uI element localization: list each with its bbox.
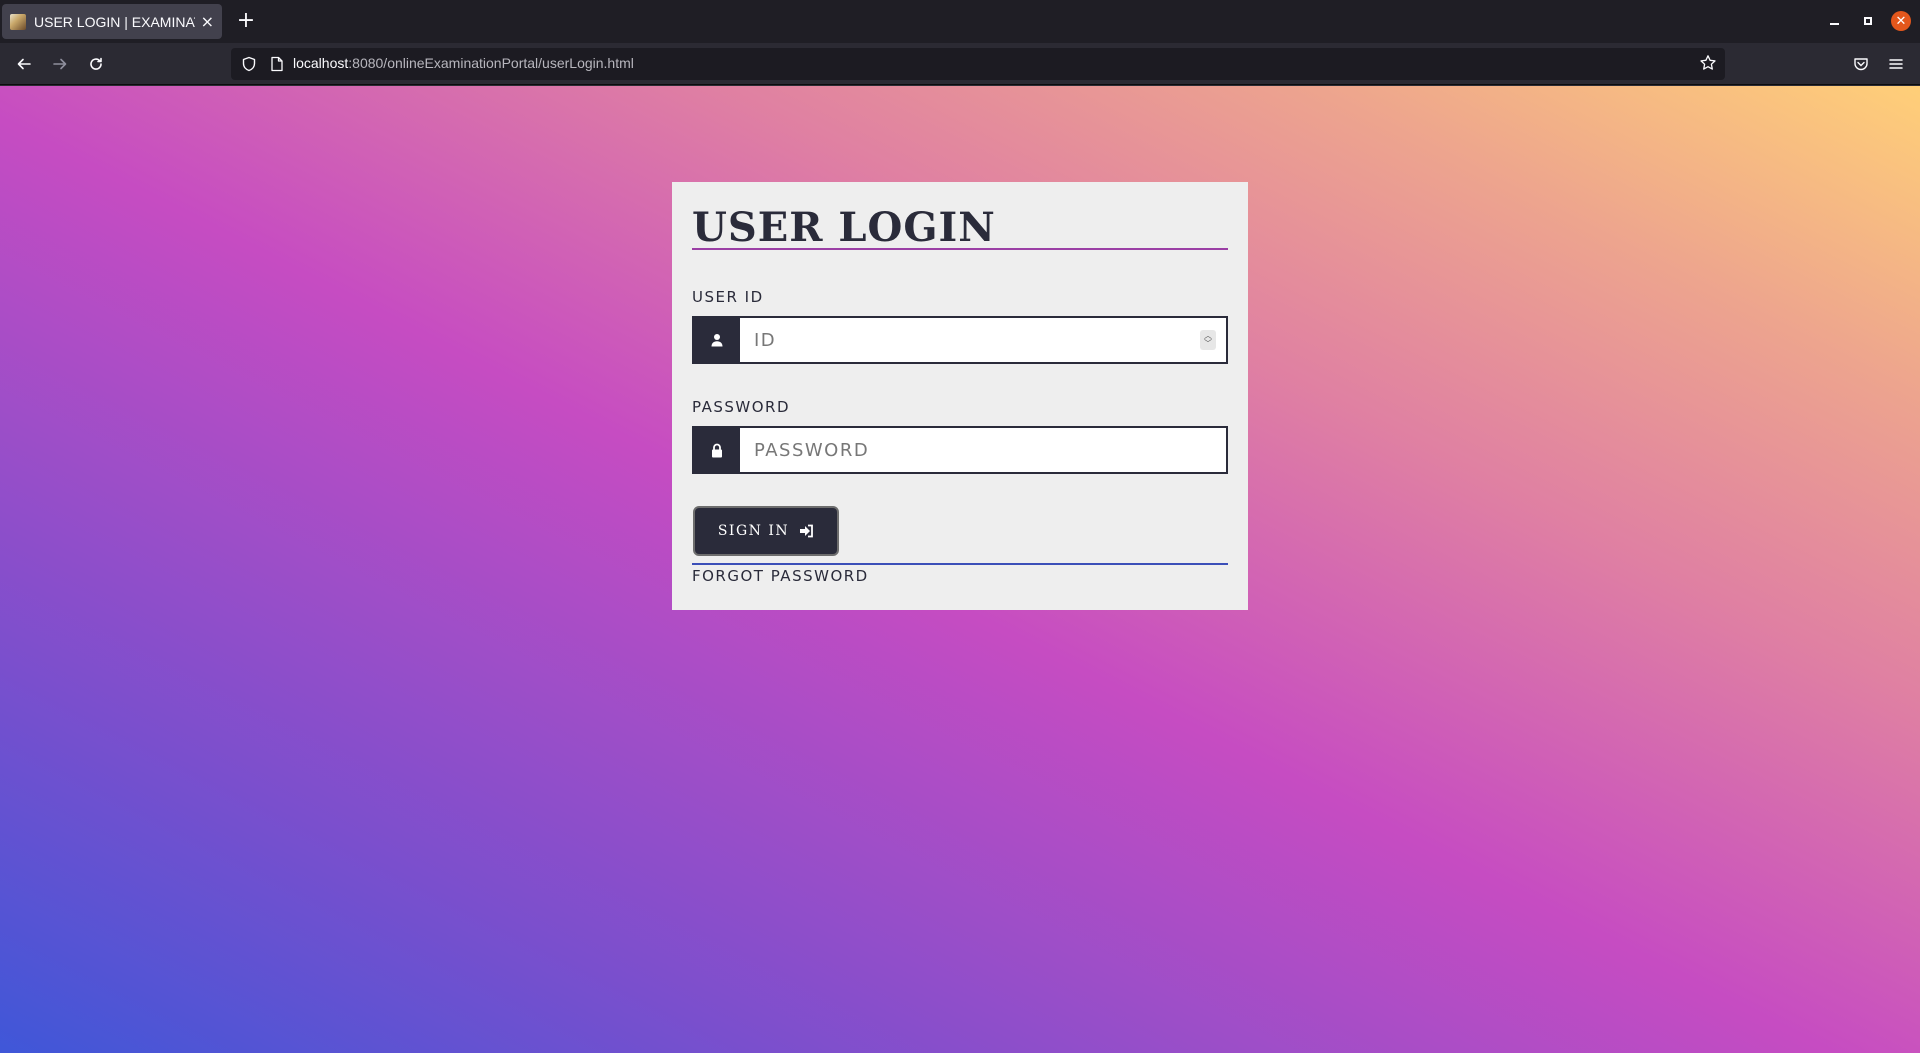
pocket-icon [1854, 58, 1868, 71]
forgot-password-link[interactable]: FORGOT PASSWORD [692, 567, 869, 585]
reload-button[interactable] [84, 52, 108, 76]
spin-down-icon[interactable]: ﹀ [1204, 340, 1212, 348]
forward-button[interactable] [48, 52, 72, 76]
userid-input[interactable] [740, 318, 1200, 362]
close-window-button[interactable]: ✕ [1891, 11, 1911, 31]
maximize-icon [1864, 17, 1872, 25]
tab-title: USER LOGIN | EXAMINATION [34, 13, 195, 30]
sign-in-label: SIGN IN [717, 523, 790, 539]
minimize-icon [1829, 23, 1839, 25]
number-spinner[interactable]: ︿ ﹀ [1200, 330, 1216, 350]
hamburger-menu-icon [1889, 59, 1903, 69]
pocket-button[interactable] [1849, 52, 1873, 76]
favicon-icon [10, 13, 26, 30]
bookmark-star-icon[interactable] [1699, 54, 1717, 72]
tab-close-icon[interactable]: × [201, 13, 214, 30]
navigation-toolbar: localhost:8080/onlineExaminationPortal/u… [0, 43, 1920, 85]
password-label: PASSWORD [692, 398, 791, 416]
browser-tab[interactable]: USER LOGIN | EXAMINATION × [2, 4, 222, 39]
back-button[interactable] [12, 52, 36, 76]
shield-icon[interactable] [241, 56, 257, 72]
userid-input-group: ︿﹀ [692, 316, 1228, 364]
page-icon[interactable] [270, 56, 284, 72]
maximize-button[interactable] [1858, 11, 1878, 31]
page-background: USER LOGIN USER ID ︿﹀ PASSWORD SIGN IN F… [0, 86, 1920, 1053]
tab-bar: USER LOGIN | EXAMINATION × + ✕ [0, 0, 1920, 43]
reload-icon [90, 57, 102, 70]
password-input-group [692, 426, 1228, 474]
url-text[interactable]: localhost:8080/onlineExaminationPortal/u… [293, 55, 634, 71]
login-card: USER LOGIN USER ID ︿﹀ PASSWORD SIGN IN F… [672, 182, 1248, 610]
arrow-left-icon [17, 58, 31, 70]
userid-label: USER ID [692, 288, 764, 306]
new-tab-button[interactable]: + [235, 10, 257, 32]
url-path: :8080/onlineExaminationPortal/userLogin.… [348, 55, 634, 71]
url-host: localhost [293, 55, 349, 71]
sign-in-button[interactable]: SIGN IN [693, 506, 839, 556]
lock-icon [694, 428, 740, 472]
forgot-divider [692, 563, 1228, 565]
minimize-button[interactable] [1824, 11, 1844, 31]
close-icon: ✕ [1895, 13, 1907, 29]
menu-button[interactable] [1884, 52, 1908, 76]
sign-in-icon [800, 524, 814, 538]
arrow-right-icon [53, 58, 67, 70]
page-title: USER LOGIN [692, 204, 996, 251]
title-divider [692, 248, 1228, 250]
password-input[interactable] [740, 428, 1226, 472]
user-icon [694, 318, 740, 362]
address-bar[interactable]: localhost:8080/onlineExaminationPortal/u… [231, 48, 1725, 80]
